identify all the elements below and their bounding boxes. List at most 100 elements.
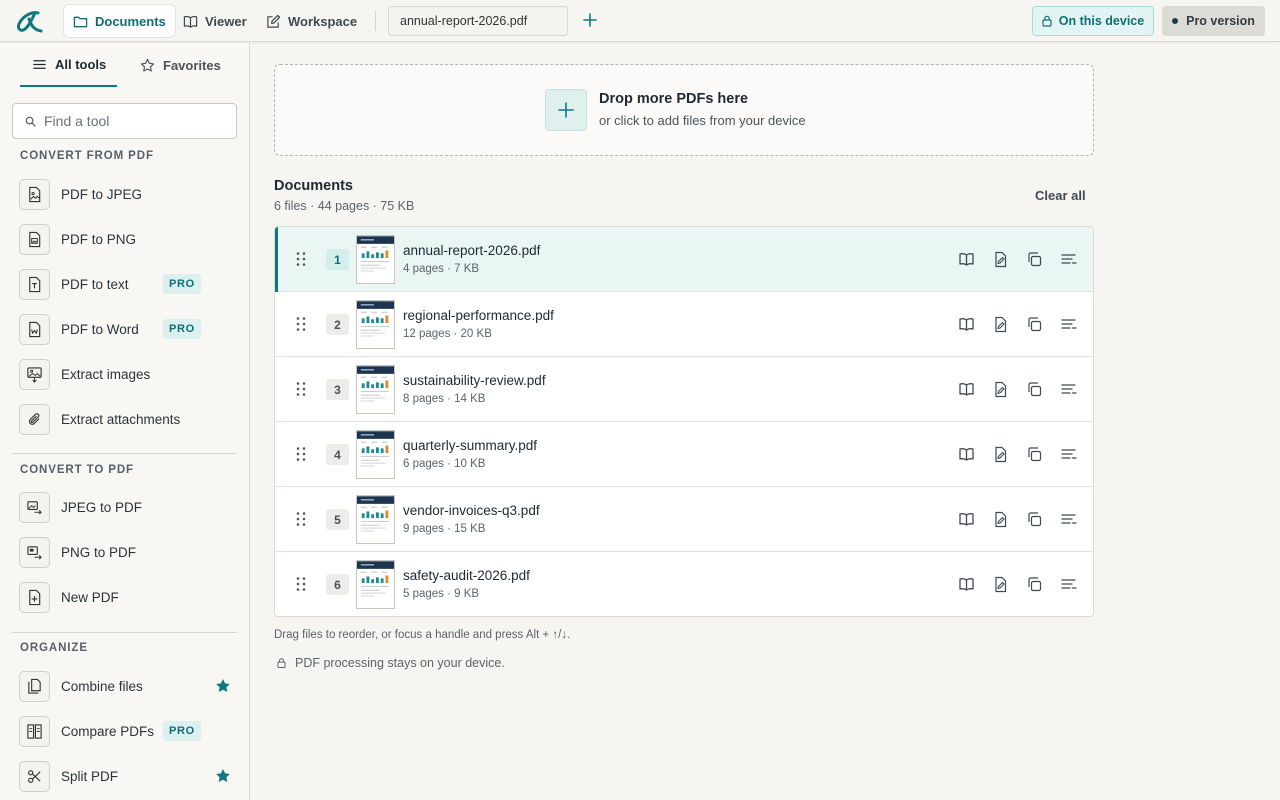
tool-extract-attachments[interactable]: Extract attachments (19, 403, 239, 435)
drag-handle-icon[interactable] (295, 446, 307, 462)
lock-icon (1042, 15, 1052, 27)
tool-split-pdf[interactable]: Split PDF (19, 760, 239, 792)
tool-search-input[interactable] (44, 113, 224, 129)
document-row[interactable]: 6 safety-audit-2026.pdf 5 pages · 9 KB (275, 552, 1093, 616)
document-index: 2 (326, 314, 349, 335)
more-options-icon[interactable] (1060, 446, 1077, 463)
edit-file-icon[interactable] (992, 576, 1009, 593)
open-in-viewer-icon[interactable] (958, 316, 975, 333)
pro-version-button[interactable]: Pro version (1162, 6, 1265, 36)
edit-file-icon[interactable] (992, 511, 1009, 528)
document-meta: 12 pages · 20 KB (403, 328, 492, 340)
more-options-icon[interactable] (1060, 251, 1077, 268)
edit-file-icon[interactable] (992, 446, 1009, 463)
open-in-viewer-icon[interactable] (958, 511, 975, 528)
pro-badge: PRO (163, 319, 201, 339)
file-png-icon (19, 223, 50, 255)
documents-stats: 6 files · 44 pages · 75 KB (274, 199, 415, 213)
paperclip-icon (19, 403, 50, 435)
more-options-icon[interactable] (1060, 576, 1077, 593)
drag-handle-icon[interactable] (295, 251, 307, 267)
duplicate-icon[interactable] (1026, 446, 1043, 463)
top-bar: Documents Viewer Workspace annual-report… (0, 0, 1280, 42)
edit-icon (266, 14, 281, 29)
file-dropzone[interactable]: Drop more PDFs here or click to add file… (274, 64, 1094, 156)
tool-compare-pdfs[interactable]: Compare PDFs PRO (19, 715, 239, 747)
document-meta: 9 pages · 15 KB (403, 523, 486, 535)
more-options-icon[interactable] (1060, 381, 1077, 398)
open-in-viewer-icon[interactable] (958, 446, 975, 463)
tool-combine-files[interactable]: Combine files (19, 670, 239, 702)
tool-label: JPEG to PDF (61, 499, 143, 515)
document-index: 6 (326, 574, 349, 595)
favorite-star-icon[interactable] (215, 678, 231, 694)
on-this-device-button[interactable]: On this device (1032, 6, 1154, 36)
section-divider (12, 453, 237, 454)
duplicate-icon[interactable] (1026, 251, 1043, 268)
duplicate-icon[interactable] (1026, 576, 1043, 593)
tab-label: All tools (55, 56, 107, 72)
duplicate-icon[interactable] (1026, 316, 1043, 333)
tool-pdf-to-text[interactable]: PDF to text PRO (19, 268, 239, 300)
folder-icon (73, 14, 88, 29)
dropzone-subtitle: or click to add files from your device (599, 113, 806, 128)
menu-icon (32, 57, 47, 72)
tool-new-pdf[interactable]: New PDF (19, 581, 239, 613)
device-button-label: On this device (1058, 14, 1145, 28)
drag-handle-icon[interactable] (295, 511, 307, 527)
open-in-viewer-icon[interactable] (958, 251, 975, 268)
document-row[interactable]: 2 regional-performance.pdf 12 pages · 20 K… (275, 292, 1093, 357)
image-to-pdf-icon (19, 491, 50, 523)
tab-workspace[interactable]: Workspace (257, 5, 366, 37)
tool-pdf-to-word[interactable]: PDF to Word PRO (19, 313, 239, 345)
tool-extract-images[interactable]: Extract images (19, 358, 239, 390)
document-row[interactable]: 3 sustainability-review.pdf 8 pages · 14 K… (275, 357, 1093, 422)
tab-label: Documents (95, 13, 166, 29)
open-file-tab[interactable]: annual-report-2026.pdf (388, 6, 568, 36)
tool-pdf-to-png[interactable]: PDF to PNG (19, 223, 239, 255)
tab-all-tools[interactable]: All tools (20, 43, 117, 87)
drag-handle-icon[interactable] (295, 381, 307, 397)
edit-file-icon[interactable] (992, 251, 1009, 268)
more-options-icon[interactable] (1060, 511, 1077, 528)
combine-icon (19, 670, 50, 702)
tool-search (12, 103, 237, 139)
book-icon (183, 14, 198, 29)
section-divider (12, 632, 237, 633)
edit-file-icon[interactable] (992, 381, 1009, 398)
edit-file-icon[interactable] (992, 316, 1009, 333)
document-row[interactable]: 4 quarterly-summary.pdf 6 pages · 10 KB (275, 422, 1093, 487)
more-options-icon[interactable] (1060, 316, 1077, 333)
document-row[interactable]: 5 vendor-invoices-q3.pdf 9 pages · 15 KB (275, 487, 1093, 552)
file-plus-icon (19, 581, 50, 613)
document-row[interactable]: 1 annual-report-2026.pdf 4 pages · 7 KB (275, 227, 1093, 292)
tool-pdf-to-jpeg[interactable]: PDF to JPEG (19, 178, 239, 210)
tool-png-to-pdf[interactable]: PNG to PDF (19, 536, 239, 568)
favorite-star-icon[interactable] (215, 768, 231, 784)
extract-image-icon (19, 358, 50, 390)
open-in-viewer-icon[interactable] (958, 576, 975, 593)
tab-documents[interactable]: Documents (64, 5, 175, 37)
tool-label: PDF to JPEG (61, 186, 143, 202)
tool-jpeg-to-pdf[interactable]: JPEG to PDF (19, 491, 239, 523)
pdf-thumbnail (356, 560, 395, 609)
document-meta: 5 pages · 9 KB (403, 588, 480, 600)
drag-handle-icon[interactable] (295, 576, 307, 592)
compare-icon (19, 715, 50, 747)
tab-label: Viewer (205, 13, 247, 29)
duplicate-icon[interactable] (1026, 381, 1043, 398)
search-icon (25, 116, 36, 127)
file-image-icon (19, 178, 50, 210)
tab-viewer[interactable]: Viewer (174, 5, 256, 37)
app-logo-icon[interactable] (12, 7, 44, 35)
drag-handle-icon[interactable] (295, 316, 307, 332)
tab-favorites[interactable]: Favorites (140, 43, 221, 87)
clear-all-button[interactable]: Clear all (1035, 188, 1086, 203)
scissors-icon (19, 760, 50, 792)
privacy-text: PDF processing stays on your device. (295, 656, 505, 670)
duplicate-icon[interactable] (1026, 511, 1043, 528)
open-in-viewer-icon[interactable] (958, 381, 975, 398)
add-tab-plus-icon[interactable] (581, 11, 599, 29)
tool-label: PDF to Word (61, 321, 139, 337)
pdf-thumbnail (356, 430, 395, 479)
